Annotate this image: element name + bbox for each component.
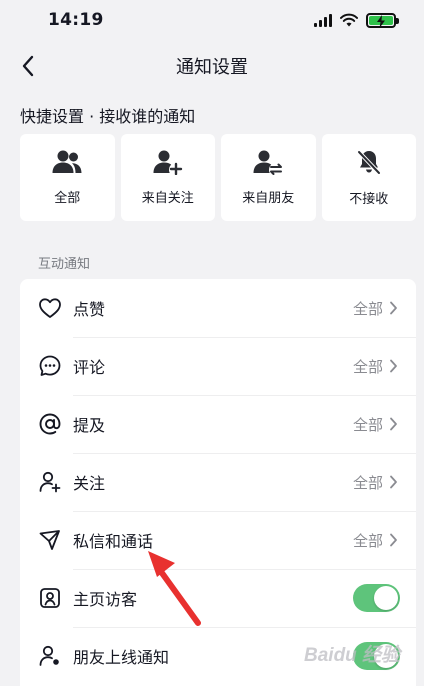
interaction-list: 点赞 全部 评论 全部 提及 全部 关注 全部 私信和通话 全部 主页访客 朋友… [20, 279, 416, 686]
friend-online-icon [37, 643, 63, 669]
profile-visitors-toggle[interactable] [353, 584, 400, 612]
quick-option-label: 来自朋友 [242, 191, 295, 206]
quick-option-label: 不接收 [349, 192, 389, 207]
list-item-follows[interactable]: 关注 全部 [20, 453, 416, 511]
battery-icon [366, 12, 399, 28]
follow-icon [37, 469, 63, 495]
row-label: 关注 [73, 474, 106, 493]
bell-off-icon [356, 150, 381, 175]
quick-option-none[interactable]: 不接收 [321, 134, 416, 221]
back-button[interactable] [14, 52, 42, 80]
at-icon [37, 411, 63, 437]
user-swap-icon [253, 150, 283, 175]
status-bar: 14:19 [0, 0, 424, 40]
chevron-left-icon [22, 55, 34, 77]
chevron-right-icon [390, 301, 397, 315]
page-title: 通知设置 [176, 57, 248, 78]
users-icon [52, 150, 82, 173]
profile-icon [37, 585, 63, 611]
nav-bar: 通知设置 [0, 44, 424, 88]
quick-option-label: 全部 [54, 191, 81, 206]
user-plus-icon [153, 150, 182, 175]
quick-option-all[interactable]: 全部 [20, 134, 115, 221]
send-icon [37, 527, 63, 553]
quick-option-label: 来自关注 [141, 191, 194, 206]
chevron-right-icon [390, 417, 397, 431]
heart-icon [37, 295, 63, 321]
list-item-profile-visitors[interactable]: 主页访客 [20, 569, 416, 627]
interaction-section-title: 互动通知 [38, 257, 91, 272]
quick-option-friends[interactable]: 来自朋友 [221, 134, 316, 221]
status-icons [314, 12, 399, 28]
list-item-mentions[interactable]: 提及 全部 [20, 395, 416, 453]
quick-option-following[interactable]: 来自关注 [120, 134, 215, 221]
cellular-signal-icon [314, 13, 332, 27]
row-label: 点赞 [73, 300, 106, 319]
quick-settings-title: 快捷设置 · 接收谁的通知 [20, 107, 196, 126]
chevron-right-icon [390, 475, 397, 489]
row-label: 评论 [73, 358, 106, 377]
row-label: 私信和通话 [73, 532, 154, 551]
list-item-messages-calls[interactable]: 私信和通话 全部 [20, 511, 416, 569]
status-time: 14:19 [48, 10, 104, 30]
row-value: 全部 [352, 299, 383, 318]
toggle-knob [374, 586, 398, 610]
row-value: 全部 [352, 357, 383, 376]
row-label: 提及 [73, 416, 106, 435]
wifi-icon [340, 13, 358, 27]
list-item-likes[interactable]: 点赞 全部 [20, 279, 416, 337]
chevron-right-icon [390, 533, 397, 547]
watermark: Baidu 经验 [304, 645, 401, 666]
chevron-right-icon [390, 359, 397, 373]
comment-icon [37, 353, 63, 379]
row-value: 全部 [352, 531, 383, 550]
list-item-comments[interactable]: 评论 全部 [20, 337, 416, 395]
row-label: 主页访客 [73, 590, 138, 609]
row-value: 全部 [352, 473, 383, 492]
quick-settings-row: 全部 来自关注 来自朋友 不接收 [20, 134, 416, 221]
row-value: 全部 [352, 415, 383, 434]
